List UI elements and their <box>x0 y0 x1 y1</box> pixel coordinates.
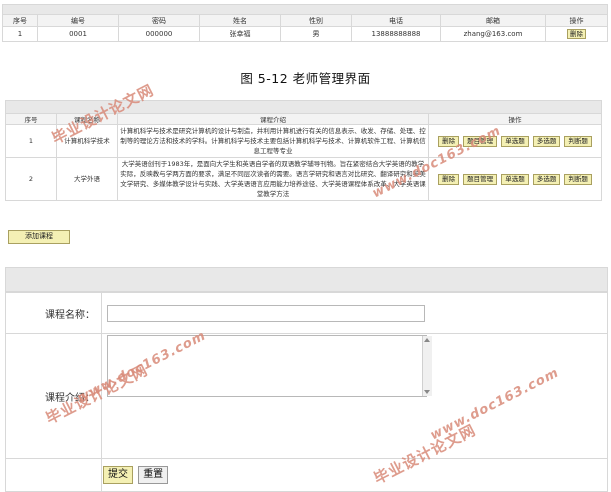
cell-gender: 男 <box>280 26 352 42</box>
cell-password: 000000 <box>118 26 200 42</box>
cell-phone: 13888888888 <box>351 26 441 42</box>
submit-button[interactable]: 提交 <box>103 466 133 484</box>
cell-seq: 1 <box>2 26 38 42</box>
col-header: 序号 <box>2 14 38 27</box>
add-course-form: 课程名称： 课程介绍： 提交 重置 <box>5 267 608 492</box>
true-false-button[interactable]: 判断题 <box>564 173 592 185</box>
delete-teacher-button[interactable]: 删除 <box>567 29 586 39</box>
cell-actions: 删除 题目管理 单选题 多选题 判断题 <box>428 157 602 201</box>
add-course-button[interactable]: 添加课程 <box>8 230 70 244</box>
delete-course-button[interactable]: 删除 <box>438 173 460 185</box>
form-row-buttons: 提交 重置 <box>5 458 608 492</box>
table-row: 2 大学外语 大学英语创刊于1983年，是面向大学生和英语自学者的双语教学辅导刊… <box>5 157 602 201</box>
cell-email: zhang@163.com <box>440 26 546 42</box>
cell-course-intro: 计算机科学与技术是研究计算机的设计与制造，并利用计算机进行有关的信息表示、收发、… <box>117 124 429 158</box>
manage-questions-button[interactable]: 题目管理 <box>463 173 498 185</box>
reset-button[interactable]: 重置 <box>138 466 169 484</box>
cell-code: 0001 <box>37 26 119 42</box>
col-header: 性别 <box>280 14 352 27</box>
multiple-choice-button[interactable]: 多选题 <box>532 173 561 185</box>
col-header: 姓名 <box>199 14 281 27</box>
cell-seq: 2 <box>5 157 57 201</box>
true-false-button[interactable]: 判断题 <box>564 135 592 147</box>
table-row: 1 0001 000000 张幸福 男 13888888888 zhang@16… <box>2 26 608 42</box>
cell-action: 删除 <box>545 26 608 42</box>
col-header: 邮箱 <box>440 14 546 27</box>
scroll-down-icon[interactable] <box>424 390 430 394</box>
cell-name: 张幸福 <box>199 26 281 42</box>
col-header: 操作 <box>428 113 602 125</box>
course-name-input[interactable] <box>107 304 425 322</box>
scroll-up-icon[interactable] <box>424 338 430 342</box>
col-header: 序号 <box>5 113 57 125</box>
single-choice-button[interactable]: 单选题 <box>501 135 529 147</box>
single-choice-button[interactable]: 单选题 <box>501 173 529 185</box>
col-header: 编号 <box>37 14 119 27</box>
table-header-row: 序号 编号 密码 姓名 性别 电话 邮箱 操作 <box>2 14 608 27</box>
buttons-cell: 提交 重置 <box>101 458 608 492</box>
col-header: 电话 <box>351 14 441 27</box>
form-header-bar <box>5 267 608 292</box>
table-toolbar <box>2 4 608 15</box>
col-header: 操作 <box>545 14 608 27</box>
figure-caption: 图 5-12 老师管理界面 <box>240 71 371 86</box>
teacher-table: 序号 编号 密码 姓名 性别 电话 邮箱 操作 1 0001 000000 张幸… <box>2 4 608 42</box>
cell-course-name: 大学外语 <box>56 157 118 201</box>
buttons-label-cell <box>5 458 102 492</box>
course-name-label: 课程名称： <box>5 292 102 334</box>
course-name-cell <box>101 292 608 334</box>
col-header: 密码 <box>118 14 200 27</box>
multiple-choice-button[interactable]: 多选题 <box>532 135 561 147</box>
col-header: 课程介绍 <box>117 113 429 125</box>
form-row-name: 课程名称： <box>5 292 608 334</box>
textarea-scrollbar[interactable] <box>422 335 432 396</box>
